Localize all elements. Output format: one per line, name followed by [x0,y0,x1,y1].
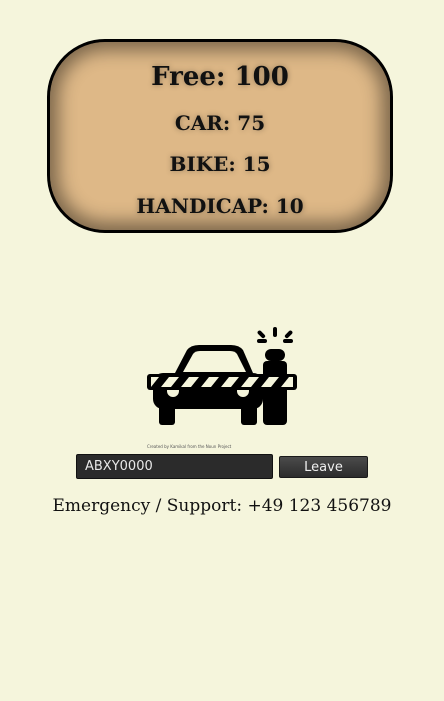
leave-button[interactable]: Leave [279,456,368,478]
car-barrier-icon [147,327,297,425]
bike-count: BIKE: 15 [169,152,271,176]
license-plate-input[interactable] [76,454,273,479]
car-count: CAR: 75 [174,111,266,135]
capacity-panel: Free: 100 CAR: 75 BIKE: 15 HANDICAP: 10 [47,39,393,233]
icon-credit: Created by Kamikal from the Noun Project [147,444,232,449]
support-contact: Emergency / Support: +49 123 456789 [52,496,392,516]
free-count: Free: 100 [151,62,289,92]
handicap-count: HANDICAP: 10 [136,194,304,218]
